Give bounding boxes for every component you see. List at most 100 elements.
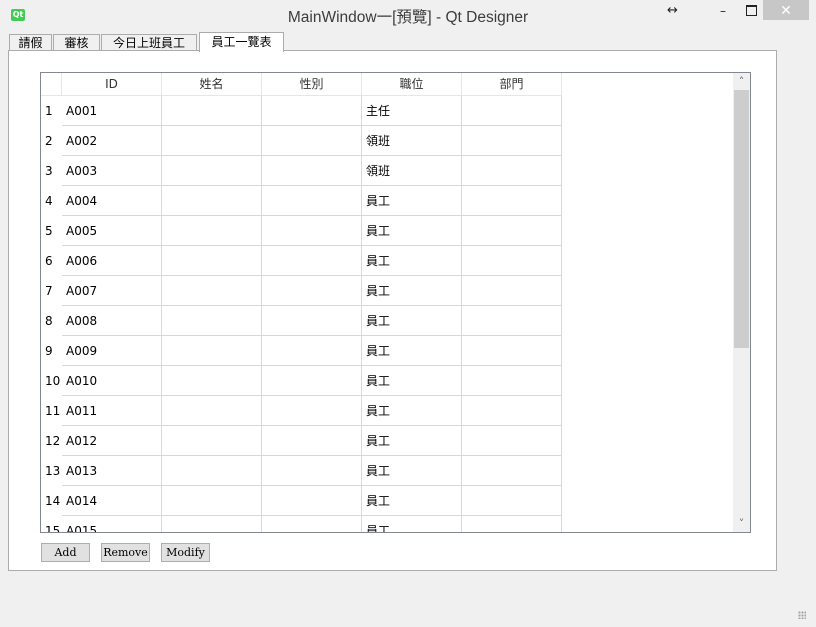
cell-position[interactable]: 主任 (362, 96, 462, 126)
row-header[interactable]: 6 (41, 246, 62, 276)
employee-table[interactable]: ID 姓名 性別 職位 部門 1 A001 主任 2 A002 領班 3 A003 領班 4 A00… (40, 72, 751, 533)
cell-department[interactable] (462, 486, 562, 516)
cell-id[interactable]: A007 (62, 276, 162, 306)
cell-name[interactable] (162, 216, 262, 246)
tab-leave[interactable]: 請假 (9, 34, 52, 51)
cell-id[interactable]: A011 (62, 396, 162, 426)
column-header-position[interactable]: 職位 (362, 73, 462, 96)
cell-position[interactable]: 員工 (362, 336, 462, 366)
row-header[interactable]: 11 (41, 396, 62, 426)
cell-id[interactable]: A008 (62, 306, 162, 336)
cell-name[interactable] (162, 396, 262, 426)
cell-department[interactable] (462, 426, 562, 456)
cell-gender[interactable] (262, 306, 362, 336)
cell-name[interactable] (162, 516, 262, 532)
scrollbar-thumb[interactable] (734, 90, 749, 348)
cell-gender[interactable] (262, 366, 362, 396)
column-header-name[interactable]: 姓名 (162, 73, 262, 96)
cell-id[interactable]: A015 (62, 516, 162, 532)
size-grip-icon[interactable] (798, 611, 806, 619)
cell-gender[interactable] (262, 126, 362, 156)
cell-department[interactable] (462, 516, 562, 532)
cell-gender[interactable] (262, 246, 362, 276)
cell-name[interactable] (162, 426, 262, 456)
maximize-button[interactable] (740, 2, 762, 24)
vertical-scrollbar[interactable]: ˄ ˅ (733, 73, 750, 532)
cell-gender[interactable] (262, 216, 362, 246)
cell-position[interactable]: 員工 (362, 426, 462, 456)
cell-department[interactable] (462, 456, 562, 486)
cell-position[interactable]: 領班 (362, 156, 462, 186)
row-header[interactable]: 12 (41, 426, 62, 456)
cell-name[interactable] (162, 306, 262, 336)
row-header[interactable]: 9 (41, 336, 62, 366)
column-header-gender[interactable]: 性別 (262, 73, 362, 96)
cell-gender[interactable] (262, 516, 362, 532)
tab-review[interactable]: 審核 (53, 34, 100, 51)
cell-department[interactable] (462, 126, 562, 156)
cell-position[interactable]: 員工 (362, 486, 462, 516)
cell-name[interactable] (162, 366, 262, 396)
cell-name[interactable] (162, 486, 262, 516)
row-header[interactable]: 10 (41, 366, 62, 396)
cell-position[interactable]: 員工 (362, 456, 462, 486)
cell-name[interactable] (162, 96, 262, 126)
row-header[interactable]: 8 (41, 306, 62, 336)
row-header[interactable]: 14 (41, 486, 62, 516)
row-header[interactable]: 4 (41, 186, 62, 216)
cell-gender[interactable] (262, 336, 362, 366)
cell-position[interactable]: 員工 (362, 366, 462, 396)
row-header[interactable]: 7 (41, 276, 62, 306)
row-header[interactable]: 3 (41, 156, 62, 186)
cell-gender[interactable] (262, 426, 362, 456)
table-corner-button[interactable] (41, 73, 62, 96)
cell-gender[interactable] (262, 456, 362, 486)
cell-id[interactable]: A009 (62, 336, 162, 366)
cell-id[interactable]: A003 (62, 156, 162, 186)
close-button[interactable]: ✕ (763, 0, 809, 20)
cell-name[interactable] (162, 336, 262, 366)
cell-name[interactable] (162, 246, 262, 276)
cell-gender[interactable] (262, 396, 362, 426)
cell-department[interactable] (462, 186, 562, 216)
cell-position[interactable]: 員工 (362, 306, 462, 336)
cell-department[interactable] (462, 396, 562, 426)
cell-department[interactable] (462, 246, 562, 276)
cell-gender[interactable] (262, 276, 362, 306)
cell-name[interactable] (162, 186, 262, 216)
remove-button[interactable]: Remove (101, 543, 150, 562)
cell-department[interactable] (462, 216, 562, 246)
cell-id[interactable]: A001 (62, 96, 162, 126)
cell-id[interactable]: A014 (62, 486, 162, 516)
column-header-id[interactable]: ID (62, 73, 162, 96)
cell-name[interactable] (162, 276, 262, 306)
scroll-down-icon[interactable]: ˅ (733, 515, 750, 532)
column-header-department[interactable]: 部門 (462, 73, 562, 96)
cell-department[interactable] (462, 336, 562, 366)
cell-name[interactable] (162, 126, 262, 156)
tab-today-staff[interactable]: 今日上班員工 (101, 34, 197, 51)
cell-position[interactable]: 員工 (362, 246, 462, 276)
cell-department[interactable] (462, 306, 562, 336)
cell-gender[interactable] (262, 96, 362, 126)
cell-id[interactable]: A006 (62, 246, 162, 276)
row-header[interactable]: 5 (41, 216, 62, 246)
cell-position[interactable]: 領班 (362, 126, 462, 156)
cell-position[interactable]: 員工 (362, 276, 462, 306)
cell-gender[interactable] (262, 156, 362, 186)
cell-position[interactable]: 員工 (362, 216, 462, 246)
cell-department[interactable] (462, 366, 562, 396)
cell-department[interactable] (462, 96, 562, 126)
cell-gender[interactable] (262, 186, 362, 216)
cell-name[interactable] (162, 456, 262, 486)
tab-employee-list[interactable]: 員工一覽表 (199, 32, 284, 52)
row-header[interactable]: 2 (41, 126, 62, 156)
cell-department[interactable] (462, 156, 562, 186)
cell-position[interactable]: 員工 (362, 186, 462, 216)
add-button[interactable]: Add (41, 543, 90, 562)
cell-position[interactable]: 員工 (362, 516, 462, 532)
cell-name[interactable] (162, 156, 262, 186)
scroll-up-icon[interactable]: ˄ (733, 73, 750, 90)
modify-button[interactable]: Modify (161, 543, 210, 562)
cell-id[interactable]: A004 (62, 186, 162, 216)
